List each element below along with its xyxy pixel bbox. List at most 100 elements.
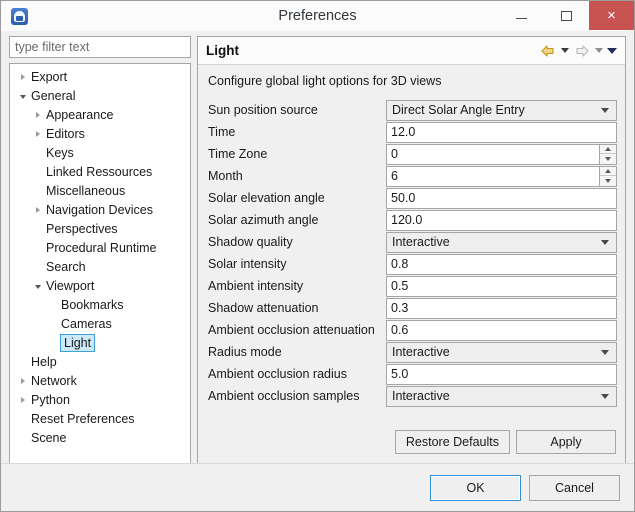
input-month[interactable]: 6 [386, 165, 600, 187]
spinner-up-button[interactable] [600, 144, 616, 154]
ok-button[interactable]: OK [430, 474, 521, 501]
input-ambient-occlusion-radius[interactable]: 5.0 [386, 363, 617, 385]
field-label: Month [208, 169, 243, 183]
arrow-down-icon [605, 178, 611, 183]
field-control: 5.0 [386, 363, 617, 385]
chevron-down-icon [601, 239, 609, 245]
tree-item-keys[interactable]: Keys [10, 143, 190, 162]
input-solar-intensity[interactable]: 0.8 [386, 253, 617, 275]
field-row-ambient-occlusion-attenuation: Ambient occlusion attenuation 0.6 [208, 319, 617, 341]
input-ambient-occlusion-attenuation[interactable]: 0.6 [386, 319, 617, 341]
dropdown-shadow-quality[interactable]: Interactive [386, 231, 617, 253]
spinner-down-button[interactable] [600, 154, 616, 164]
chevron-down-icon [601, 393, 609, 399]
tree-item-general[interactable]: General [10, 86, 190, 105]
tree-item-viewport[interactable]: Viewport [10, 276, 190, 295]
tree-item-bookmarks[interactable]: Bookmarks [10, 295, 190, 314]
dropdown-radius-mode[interactable]: Interactive [386, 341, 617, 363]
field-control: Direct Solar Angle Entry [386, 99, 617, 121]
page-body: Configure global light options for 3D vi… [198, 65, 625, 463]
chevron-right-icon[interactable] [31, 111, 45, 118]
close-button[interactable]: × [589, 1, 634, 30]
chevron-right-icon[interactable] [16, 377, 30, 384]
tree-item-label: General [31, 88, 76, 103]
dropdown-sun-position-source[interactable]: Direct Solar Angle Entry [386, 99, 617, 121]
tree-item-scene[interactable]: Scene [10, 428, 190, 447]
field-row-time-zone: Time Zone 0 [208, 143, 617, 165]
tree-item-export[interactable]: Export [10, 67, 190, 86]
input-shadow-attenuation[interactable]: 0.3 [386, 297, 617, 319]
field-row-ambient-occlusion-samples: Ambient occlusion samples Interactive [208, 385, 617, 407]
apply-button[interactable]: Apply [516, 430, 616, 454]
arrow-up-icon [605, 146, 611, 151]
forward-dropdown-icon [595, 48, 603, 53]
tree-item-search[interactable]: Search [10, 257, 190, 276]
tree-item-procedural-runtime[interactable]: Procedural Runtime [10, 238, 190, 257]
minimize-button[interactable] [499, 1, 544, 30]
input-time-zone[interactable]: 0 [386, 143, 600, 165]
spinner-down-button[interactable] [600, 176, 616, 186]
app-icon [11, 7, 28, 25]
field-row-solar-elevation-angle: Solar elevation angle 50.0 [208, 187, 617, 209]
field-control: Interactive [386, 341, 617, 363]
forward-arrow-icon [576, 44, 589, 57]
preferences-dialog: Preferences × Export General Appearance Edi… [0, 0, 635, 512]
chevron-right-icon[interactable] [31, 130, 45, 137]
tree-item-label: Linked Ressources [46, 164, 153, 179]
chevron-right-icon[interactable] [31, 206, 45, 213]
input-ambient-intensity[interactable]: 0.5 [386, 275, 617, 297]
input-solar-elevation-angle[interactable]: 50.0 [386, 187, 617, 209]
input-time[interactable]: 12.0 [386, 121, 617, 143]
tree-item-cameras[interactable]: Cameras [10, 314, 190, 333]
field-row-solar-azimuth-angle: Solar azimuth angle 120.0 [208, 209, 617, 231]
restore-defaults-button[interactable]: Restore Defaults [394, 430, 510, 454]
cancel-button[interactable]: Cancel [529, 474, 620, 501]
tree-item-miscellaneous[interactable]: Miscellaneous [10, 181, 190, 200]
field-row-time: Time 12.0 [208, 121, 617, 143]
back-dropdown-icon[interactable] [561, 48, 569, 53]
tree-item-label: Reset Preferences [31, 411, 135, 426]
tree-item-light[interactable]: Light [10, 333, 190, 352]
left-pane: Export General Appearance Editors Keys Linked… [9, 31, 191, 463]
dropdown-ambient-occlusion-samples[interactable]: Interactive [386, 385, 617, 407]
maximize-button[interactable] [544, 1, 589, 30]
page-nav-buttons [539, 43, 617, 59]
tree-item-label: Perspectives [46, 221, 118, 236]
tree-item-label: Network [31, 373, 77, 388]
back-arrow-icon[interactable] [539, 43, 557, 59]
field-label: Shadow attenuation [208, 301, 319, 315]
field-control: 0.3 [386, 297, 617, 319]
view-menu-icon[interactable] [607, 47, 617, 54]
chevron-right-icon[interactable] [16, 73, 30, 80]
chevron-down-icon[interactable] [16, 93, 30, 99]
tree-item-network[interactable]: Network [10, 371, 190, 390]
spinner-up-button[interactable] [600, 166, 616, 176]
tree-item-python[interactable]: Python [10, 390, 190, 409]
field-control: 0.6 [386, 319, 617, 341]
tree-item-label: Scene [31, 430, 67, 445]
preferences-tree[interactable]: Export General Appearance Editors Keys Linked… [9, 63, 191, 463]
chevron-down-icon[interactable] [31, 283, 45, 289]
page-action-buttons: Restore Defaults Apply [198, 430, 625, 463]
tree-item-reset-preferences[interactable]: Reset Preferences [10, 409, 190, 428]
tree-item-label: Navigation Devices [46, 202, 153, 217]
tree-item-help[interactable]: Help [10, 352, 190, 371]
tree-item-appearance[interactable]: Appearance [10, 105, 190, 124]
tree-item-label: Editors [46, 126, 85, 141]
tree-item-perspectives[interactable]: Perspectives [10, 219, 190, 238]
field-label: Time [208, 125, 236, 139]
tree-item-navigation-devices[interactable]: Navigation Devices [10, 200, 190, 219]
dropdown-value: Direct Solar Angle Entry [392, 103, 525, 117]
field-row-shadow-attenuation: Shadow attenuation 0.3 [208, 297, 617, 319]
tree-item-label: Light [60, 333, 96, 352]
field-row-sun-position-source: Sun position source Direct Solar Angle En… [208, 99, 617, 121]
tree-item-editors[interactable]: Editors [10, 124, 190, 143]
title-bar: Preferences × [1, 1, 634, 31]
search-input[interactable] [9, 36, 191, 58]
input-solar-azimuth-angle[interactable]: 120.0 [386, 209, 617, 231]
tree-item-linked-ressources[interactable]: Linked Ressources [10, 162, 190, 181]
field-control: 6 [386, 165, 617, 187]
chevron-right-icon[interactable] [16, 396, 30, 403]
field-label: Ambient occlusion radius [208, 367, 347, 381]
tree-item-label: Procedural Runtime [46, 240, 157, 255]
